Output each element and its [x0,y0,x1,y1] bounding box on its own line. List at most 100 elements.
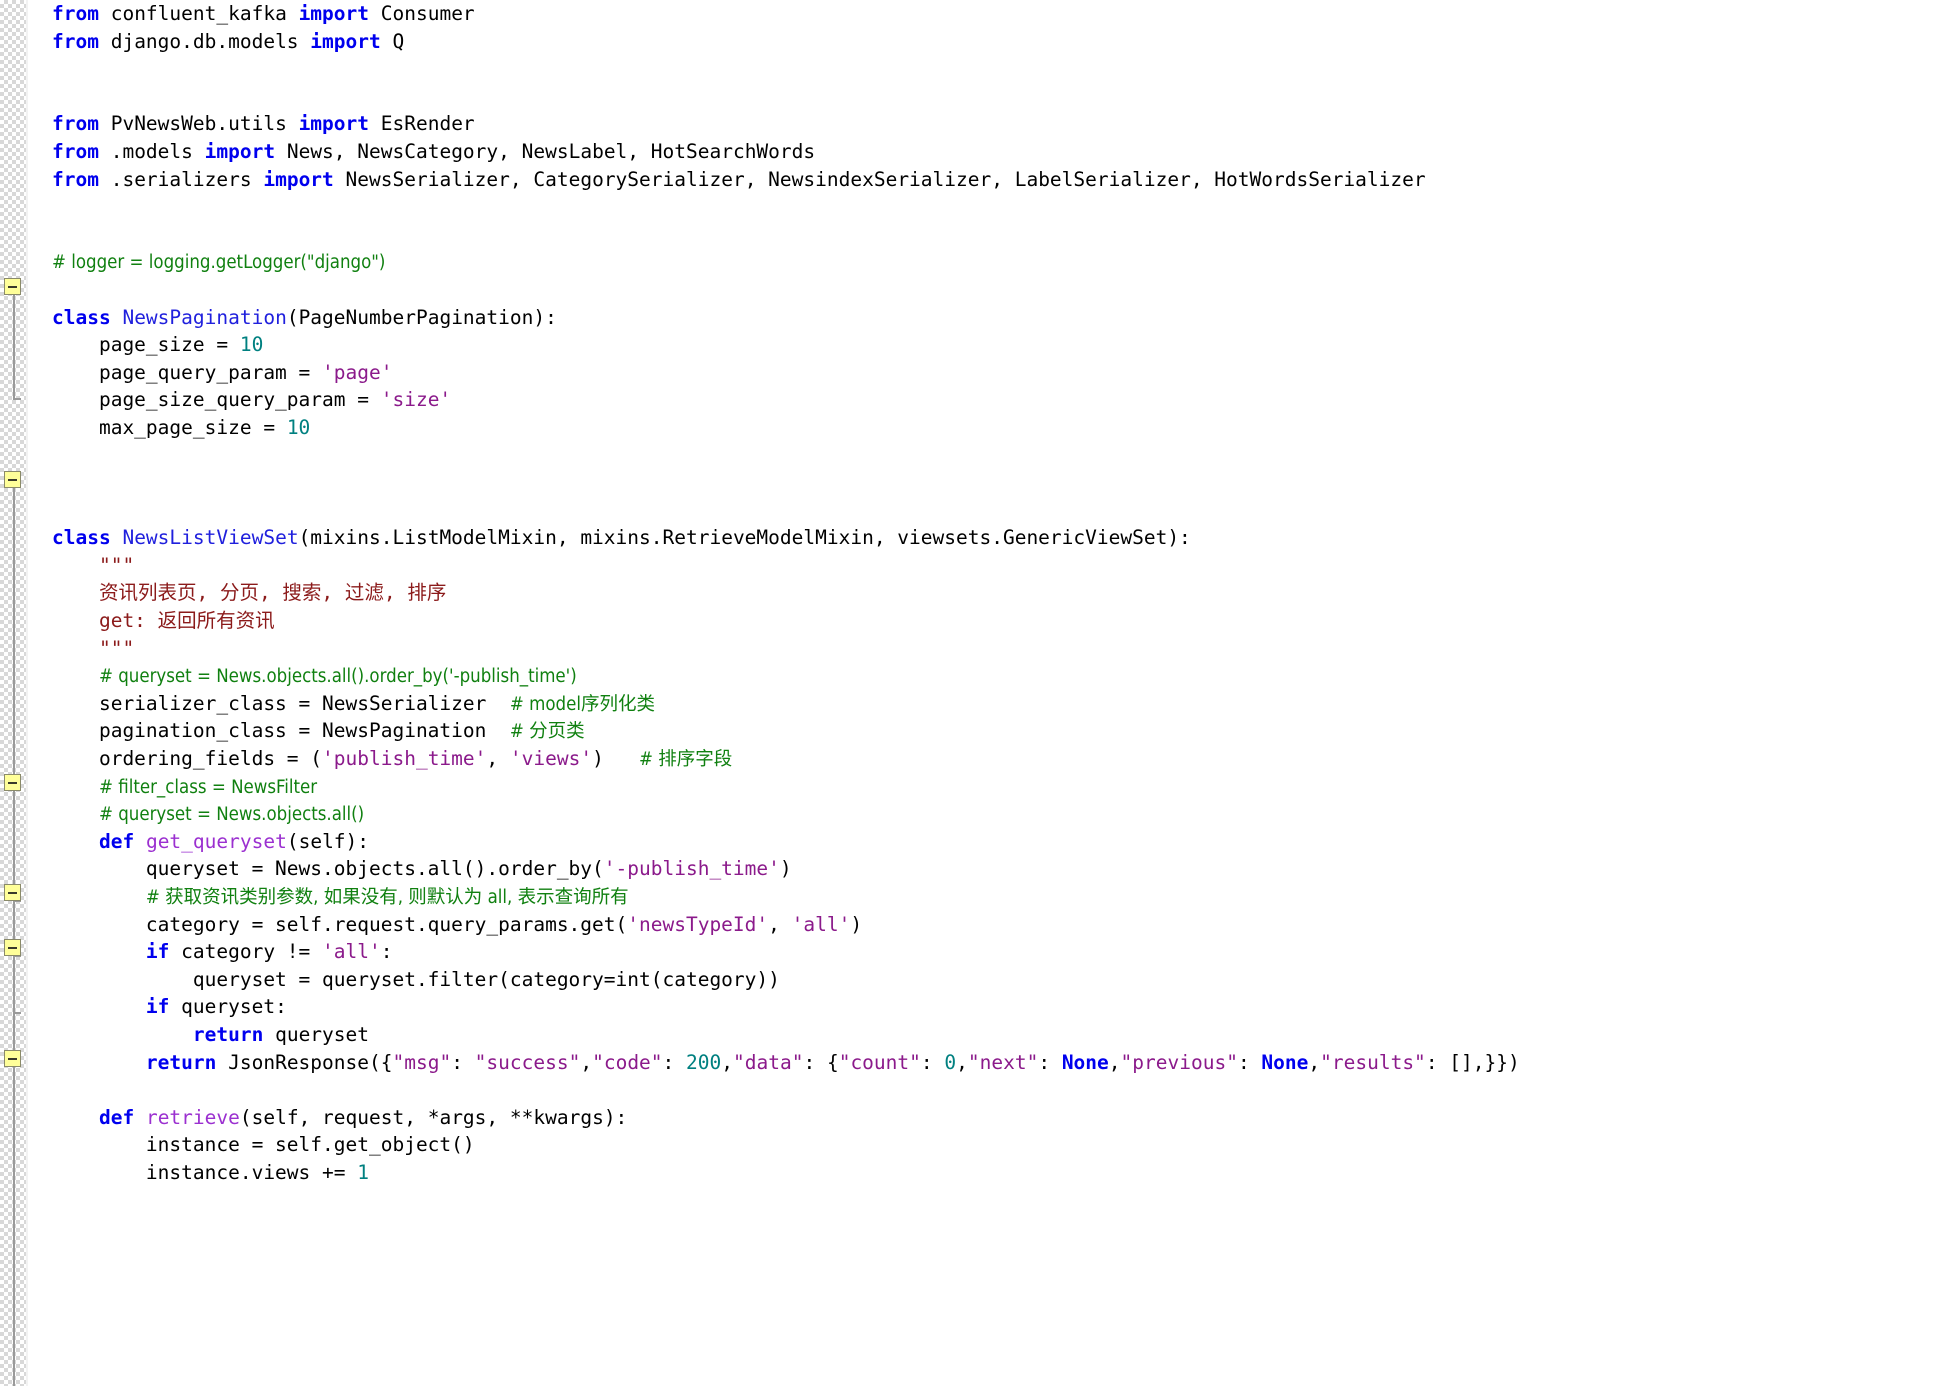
code-line[interactable]: serializer_class = NewsSerializer # mode… [28,690,1934,718]
code-line[interactable]: instance = self.get_object() [28,1131,1934,1159]
code-line[interactable]: max_page_size = 10 [28,414,1934,442]
code-line[interactable]: instance.views += 1 [28,1159,1934,1187]
code-token: "success" [474,1050,581,1074]
fold-connector-line [13,295,15,400]
code-line[interactable]: # 获取资讯类别参数, 如果没有, 则默认为 all, 表示查询所有 [28,883,1934,911]
code-line[interactable]: return JsonResponse({"msg": "success","c… [28,1049,1934,1077]
fold-class-newspagination[interactable] [4,278,21,295]
code-line[interactable]: queryset = News.objects.all().order_by('… [28,855,1934,883]
code-token: if [145,940,170,964]
code-line[interactable] [28,442,1934,470]
code-line[interactable] [28,193,1934,221]
code-token: # logger = logging.getLogger("django") [52,252,386,274]
code-line[interactable]: if category != 'all': [28,938,1934,966]
code-token: JsonResponse({ [216,1050,393,1074]
code-line[interactable]: return queryset [28,1021,1934,1049]
code-line[interactable]: def retrieve(self, request, *args, **kwa… [28,1104,1934,1132]
code-line[interactable]: get: 返回所有资讯 [28,607,1934,635]
code-line[interactable]: ordering_fields = ('publish_time', 'view… [28,745,1934,773]
code-token: return [192,1022,264,1046]
code-line[interactable]: from confluent_kafka import Consumer [28,0,1934,28]
code-token: , [1308,1050,1321,1074]
code-content-area[interactable]: from confluent_kafka import Consumer from… [28,0,1934,1386]
fold-connector-line [13,488,15,1386]
code-token: : [1038,1050,1062,1074]
code-line[interactable]: """ [28,552,1934,580]
code-token: django.db.models [98,29,311,53]
code-line[interactable]: if queryset: [28,993,1934,1021]
code-token: serializer_class = NewsSerializer [52,691,510,715]
code-line[interactable]: from PvNewsWeb.utils import EsRender [28,110,1934,138]
code-line[interactable] [28,497,1934,525]
fold-if-category[interactable] [4,884,21,901]
code-token: from [52,112,99,136]
code-token: # [145,887,166,908]
code-line[interactable]: # logger = logging.getLogger("django") [28,248,1934,276]
code-token: "next" [967,1050,1039,1074]
code-token: .serializers [98,167,264,191]
code-token: import [310,29,381,53]
code-token: "previous" [1120,1050,1238,1074]
code-line[interactable]: 资讯列表页, 分页, 搜索, 过滤, 排序 [28,579,1934,607]
fold-marker-layer[interactable] [0,0,28,1386]
source-code[interactable]: from confluent_kafka import Consumer from… [28,0,1934,1187]
code-line[interactable] [28,83,1934,111]
code-line[interactable]: page_size_query_param = 'size' [28,386,1934,414]
code-line[interactable]: page_size = 10 [28,331,1934,359]
code-line[interactable]: # queryset = News.objects.all().order_by… [28,662,1934,690]
code-token: from [52,139,99,163]
code-line[interactable] [28,221,1934,249]
code-line[interactable] [28,469,1934,497]
code-line[interactable]: # queryset = News.objects.all() [28,800,1934,828]
code-token: , [768,912,792,936]
code-token: '-publish_time' [603,857,780,881]
code-token: """ [52,636,135,660]
fold-branch-tick [13,1012,21,1014]
fold-if-queryset[interactable] [4,939,21,956]
code-line[interactable]: pagination_class = NewsPagination # 分页类 [28,717,1934,745]
code-token: import [298,112,370,136]
code-line[interactable]: page_query_param = 'page' [28,359,1934,387]
fold-def-get-queryset[interactable] [4,774,21,791]
code-token: (mixins.ListModelMixin, mixins.RetrieveM… [298,526,1191,550]
code-token: 分页类 [529,721,585,743]
code-token: 'publish_time' [322,747,487,771]
fold-def-retrieve[interactable] [4,1050,21,1067]
code-line[interactable] [28,276,1934,304]
code-line[interactable] [28,1076,1934,1104]
code-token: import [204,139,276,163]
editor-gutter[interactable] [0,0,28,1386]
code-token: from [52,167,99,191]
code-token: 1 [357,1160,369,1184]
code-line[interactable]: from .models import News, NewsCategory, … [28,138,1934,166]
code-token: # queryset = News.objects.all() [98,804,365,826]
code-token: "data" [733,1050,804,1074]
code-line[interactable]: # filter_class = NewsFilter [28,773,1934,801]
code-line[interactable]: from .serializers import NewsSerializer,… [28,166,1934,194]
code-token: 获取资讯类别参数, 如果没有, 则默认为 [165,887,488,908]
code-token: queryset [263,1022,370,1046]
code-token: (self): [286,829,370,853]
code-line[interactable]: class NewsListViewSet(mixins.ListModelMi… [28,524,1934,552]
code-token: Consumer [369,2,475,25]
code-token: EsRender [369,112,475,136]
code-line[interactable]: category = self.request.query_params.get… [28,911,1934,939]
fold-class-newslistviewset[interactable] [4,471,21,488]
code-token: NewsPagination [122,305,287,329]
code-token: if [145,995,170,1019]
code-line[interactable]: def get_queryset(self): [28,828,1934,856]
code-line[interactable]: from django.db.models import Q [28,28,1934,56]
code-token: page_size_query_param = [52,388,381,412]
code-token: NewsSerializer, CategorySerializer, News… [333,167,1426,191]
code-token: .models [98,139,205,163]
code-line[interactable]: class NewsPagination(PageNumberPaginatio… [28,304,1934,332]
code-line[interactable]: """ [28,635,1934,663]
code-token: retrieve [145,1105,240,1129]
code-line[interactable]: queryset = queryset.filter(category=int(… [28,966,1934,994]
code-line[interactable] [28,55,1934,83]
